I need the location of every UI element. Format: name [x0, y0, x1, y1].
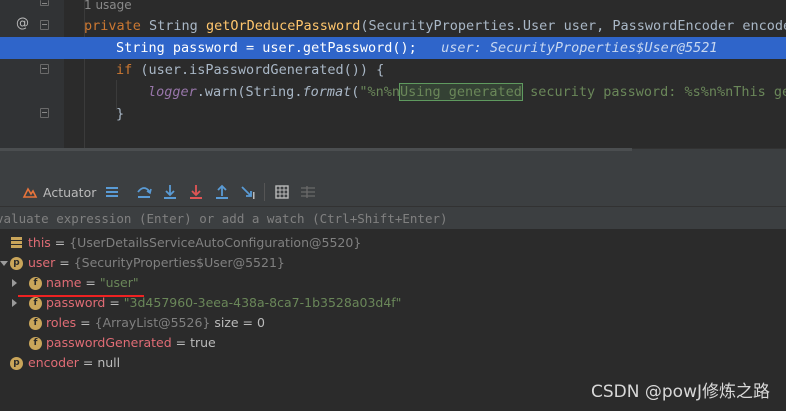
variable-name: roles — [46, 315, 77, 330]
field-ref: logger — [148, 84, 197, 100]
expression-bar — [0, 207, 786, 229]
actuator-icon — [22, 187, 38, 198]
params-text: (SecurityProperties.User user, PasswordE… — [360, 18, 786, 34]
variable-value: true — [190, 335, 216, 350]
parameter-icon: p — [10, 257, 23, 270]
fold-icon[interactable] — [40, 0, 49, 6]
code-text: String password = user.getPassword(); — [116, 40, 417, 56]
toolbar-divider — [264, 183, 265, 201]
variable-row-roles[interactable]: f roles = {ArrayList@5526} size = 0 — [0, 313, 786, 333]
fold-icon[interactable] — [40, 64, 49, 74]
field-icon: f — [29, 297, 42, 310]
keyword: private — [84, 18, 141, 34]
variable-value: null — [97, 355, 121, 370]
red-underline-annotation — [18, 295, 144, 297]
equals-sign: = — [105, 295, 124, 310]
horizontal-scrollbar[interactable] — [0, 148, 632, 151]
debug-toolbar: Actuator — [0, 178, 786, 207]
equals-sign: = — [50, 235, 70, 250]
evaluate-expression-icon[interactable] — [272, 182, 292, 202]
code-line-5[interactable]: } — [116, 103, 124, 125]
trace-icon[interactable] — [298, 182, 318, 202]
watermark: CSDN @powJ修炼之路 — [591, 382, 770, 402]
variable-name: encoder — [28, 355, 79, 370]
equals-sign: = — [76, 315, 95, 330]
variable-value: "3d457960-3eea-438a-8ca7-1b3528a03d4f" — [123, 295, 402, 310]
step-into-icon[interactable] — [160, 182, 180, 202]
fold-icon[interactable] — [40, 20, 49, 30]
step-over-icon[interactable] — [134, 182, 154, 202]
field-list-icon — [11, 237, 22, 248]
variable-name: passwordGenerated — [46, 335, 172, 350]
keyword: if — [116, 62, 133, 78]
inline-debug-value: user: SecurityProperties$User@5521 — [441, 40, 718, 56]
variable-row-user[interactable]: p user = {SecurityProperties$User@5521} — [0, 253, 786, 273]
chevron-down-icon[interactable] — [0, 261, 8, 266]
variable-value: {SecurityProperties$User@5521} — [73, 255, 285, 270]
parameter-icon: p — [10, 357, 23, 370]
size-text: size = 0 — [210, 315, 265, 330]
usage-hint[interactable]: 1 usage — [84, 0, 132, 12]
string-literal: "%n%n — [359, 84, 401, 100]
code-editor[interactable]: @ 1 usage private String getOrDeducePass… — [0, 0, 786, 148]
variable-name: name — [46, 275, 82, 290]
chevron-right-icon[interactable] — [12, 299, 17, 307]
variable-name: user — [28, 255, 56, 270]
method-ref: format — [302, 84, 352, 100]
show-execution-point-icon[interactable] — [102, 182, 122, 202]
equals-sign: = — [78, 355, 98, 370]
variable-value: {UserDetailsServiceAutoConfiguration@552… — [69, 235, 362, 250]
field-icon: f — [29, 337, 42, 350]
evaluate-expression-input[interactable] — [0, 207, 786, 229]
variable-row-password-generated[interactable]: f passwordGenerated = true — [0, 333, 786, 353]
variable-name: password — [46, 295, 106, 310]
code-text: .warn(String. — [196, 84, 303, 100]
fold-icon[interactable] — [40, 108, 49, 118]
equals-sign: = — [81, 275, 100, 290]
actuator-label: Actuator — [43, 184, 97, 200]
current-execution-line[interactable]: String password = user.getPassword(); us… — [0, 37, 786, 59]
code-line-1[interactable]: private String getOrDeducePassword(Secur… — [84, 15, 786, 37]
field-icon: f — [29, 317, 42, 330]
equals-sign: = — [171, 335, 191, 350]
run-to-cursor-icon[interactable] — [238, 182, 258, 202]
panel-divider[interactable] — [0, 148, 786, 179]
variable-row-name[interactable]: f name = "user" — [0, 273, 786, 293]
code-text: (user.isPasswordGenerated()) { — [132, 62, 385, 78]
code-line-3[interactable]: if (user.isPasswordGenerated()) { — [116, 59, 384, 81]
force-step-into-icon[interactable] — [186, 182, 206, 202]
override-icon: @ — [16, 16, 29, 31]
variable-name: this — [28, 235, 51, 250]
variable-value: {ArrayList@5526} — [94, 315, 211, 330]
code-line-4[interactable]: logger.warn(String.format("%n%nUsing gen… — [148, 81, 786, 103]
actuator-tab[interactable]: Actuator — [22, 181, 96, 203]
variable-value: "user" — [99, 275, 139, 290]
method-name: getOrDeducePassword — [205, 18, 361, 34]
search-match-highlight: Using generated — [399, 83, 523, 101]
editor-gutter[interactable]: @ — [0, 0, 64, 148]
variable-row-encoder[interactable]: p encoder = null — [0, 353, 786, 373]
step-out-icon[interactable] — [212, 182, 232, 202]
chevron-right-icon[interactable] — [12, 279, 17, 287]
string-literal: security password: %s%n%nThis gen — [521, 84, 786, 100]
field-icon: f — [29, 277, 42, 290]
variable-row-this[interactable]: this = {UserDetailsServiceAutoConfigurat… — [0, 233, 786, 253]
type-text: String — [140, 18, 206, 34]
equals-sign: = — [55, 255, 74, 270]
